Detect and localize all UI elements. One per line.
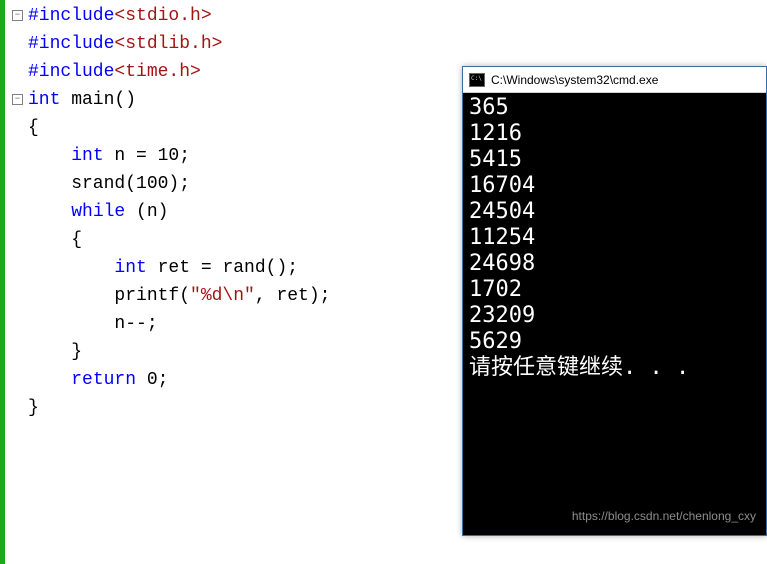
cmd-output[interactable]: 3651216541516704245041125424698170223209…	[463, 93, 766, 535]
cmd-output-line: 1216	[469, 121, 760, 147]
code-content[interactable]: #include<stdio.h>#include<stdlib.h>#incl…	[26, 0, 338, 564]
code-line[interactable]: #include<stdlib.h>	[28, 30, 330, 58]
cmd-output-line: 5415	[469, 147, 760, 173]
fold-toggle[interactable]	[12, 94, 23, 105]
code-line[interactable]: int n = 10;	[28, 142, 330, 170]
code-line[interactable]: #include<time.h>	[28, 58, 330, 86]
code-line[interactable]: return 0;	[28, 366, 330, 394]
cmd-titlebar[interactable]: C:\Windows\system32\cmd.exe	[463, 67, 766, 93]
cmd-output-line: 16704	[469, 173, 760, 199]
cmd-output-line: 请按任意键继续. . .	[469, 355, 760, 381]
watermark: https://blog.csdn.net/chenlong_cxy	[572, 503, 756, 529]
cmd-output-line: 1702	[469, 277, 760, 303]
cmd-icon	[469, 73, 485, 87]
code-line[interactable]: n--;	[28, 310, 330, 338]
code-line[interactable]: int main()	[28, 86, 330, 114]
cmd-title: C:\Windows\system32\cmd.exe	[491, 73, 658, 87]
code-line[interactable]: #include<stdio.h>	[28, 2, 330, 30]
cmd-output-line: 5629	[469, 329, 760, 355]
code-line[interactable]: srand(100);	[28, 170, 330, 198]
fold-toggle[interactable]	[12, 10, 23, 21]
cmd-output-line: 24504	[469, 199, 760, 225]
code-line[interactable]: printf("%d\n", ret);	[28, 282, 330, 310]
cmd-output-line: 24698	[469, 251, 760, 277]
cmd-output-line: 365	[469, 95, 760, 121]
code-line[interactable]: int ret = rand();	[28, 254, 330, 282]
code-line[interactable]: }	[28, 338, 330, 366]
cmd-output-line: 23209	[469, 303, 760, 329]
code-line[interactable]: while (n)	[28, 198, 330, 226]
cmd-output-line: 11254	[469, 225, 760, 251]
code-line[interactable]: }	[28, 394, 330, 422]
code-line[interactable]: {	[28, 114, 330, 142]
editor-gutter	[0, 0, 26, 564]
cmd-window: C:\Windows\system32\cmd.exe 365121654151…	[462, 66, 767, 536]
code-line[interactable]: {	[28, 226, 330, 254]
